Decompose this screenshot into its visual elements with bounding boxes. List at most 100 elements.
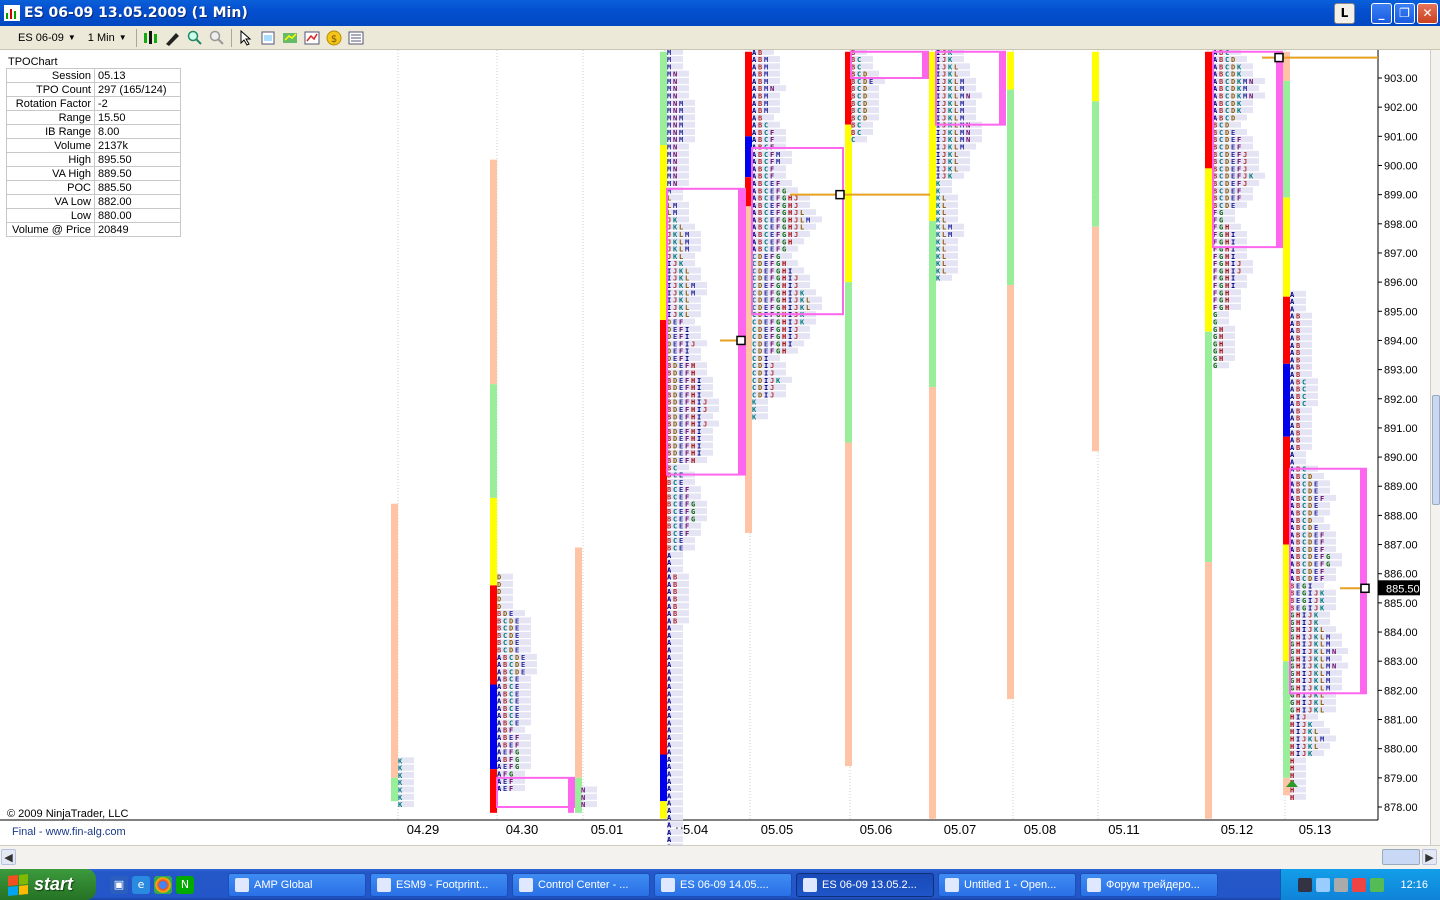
indicator-icon[interactable] <box>303 29 321 47</box>
price-axis-label: 880.00 <box>1384 744 1418 756</box>
tpo-letter: M <box>685 246 689 254</box>
zoom-in-icon[interactable] <box>186 29 204 47</box>
tpo-letter: J <box>1237 267 1241 275</box>
tpo-letter: J <box>703 421 707 429</box>
tpo-letter: F <box>1320 575 1324 583</box>
tpo-letter: G <box>1219 304 1223 312</box>
show-desktop-icon[interactable]: ▣ <box>110 875 128 894</box>
tpo-period-bar <box>1205 562 1212 819</box>
strategy-icon[interactable] <box>281 29 299 47</box>
tpo-period-bar <box>490 159 497 385</box>
antivirus-icon[interactable] <box>1352 877 1367 892</box>
tpo-letter: D <box>863 114 867 122</box>
tpo-period-bar <box>1283 296 1290 364</box>
info-panel-title: TPOChart <box>8 56 58 68</box>
taskbar-window-button[interactable]: Control Center - ... <box>512 872 650 897</box>
stats-value: 895.50 <box>94 152 181 167</box>
stats-row: POC 885.50 <box>6 180 181 195</box>
drawing-tools-icon[interactable] <box>164 29 182 47</box>
bar-type-icon[interactable] <box>142 29 160 47</box>
data-box-icon[interactable] <box>347 29 365 47</box>
horizontal-scroll-thumb[interactable] <box>1382 849 1420 865</box>
tpo-letter: M <box>806 216 810 224</box>
cursor-icon[interactable] <box>237 29 255 47</box>
close-button[interactable]: ✕ <box>1417 2 1438 24</box>
tpo-period-bar <box>660 145 667 186</box>
poc-marker <box>1360 583 1370 594</box>
horizontal-scrollbar[interactable]: ◀ ▶ <box>0 845 1440 869</box>
vertical-scrollbar[interactable] <box>1430 50 1440 845</box>
tpo-letter: N <box>673 180 677 188</box>
tpo-letter: B <box>1296 444 1300 452</box>
ninjatrader-quicklaunch-icon[interactable]: N <box>176 875 194 894</box>
tpo-chart-canvas[interactable]: 903.00 902.00 901.00 900.00 899.00 898.00 897.… <box>0 50 1440 845</box>
tpo-period-bar <box>1283 436 1290 545</box>
tpo-volume-shade <box>752 296 822 303</box>
tpo-letter: N <box>1249 78 1253 86</box>
currency-icon[interactable]: $ <box>325 29 343 47</box>
volume-icon[interactable] <box>1316 877 1331 892</box>
stats-key: Session <box>6 68 95 83</box>
tpo-period-bar <box>1283 544 1290 662</box>
tpo-letter: I <box>1231 282 1235 290</box>
link-button[interactable]: L <box>1334 2 1355 24</box>
minimize-button[interactable]: _ <box>1371 2 1392 24</box>
stats-row: High 895.50 <box>6 152 181 167</box>
stats-key: IB Range <box>6 124 95 139</box>
interval-dropdown[interactable]: 1 Min ▼ <box>82 28 133 48</box>
update-icon[interactable] <box>1370 877 1385 892</box>
tpo-period-bar <box>1007 89 1014 286</box>
tpo-letter: F <box>770 348 774 356</box>
tpo-letter: N <box>966 92 970 100</box>
price-axis-label: 884.00 <box>1384 627 1418 639</box>
tpo-letter: L <box>800 224 804 232</box>
zoom-out-icon[interactable] <box>208 29 226 47</box>
session-date-label: 05.12 <box>1221 822 1254 837</box>
tpo-period-bar <box>845 282 852 443</box>
session-date-label: 05.11 <box>1108 822 1140 837</box>
tpo-period-bar <box>929 51 936 113</box>
price-axis-label: 879.00 <box>1384 773 1418 785</box>
tpo-period-bar <box>745 51 752 137</box>
tpo-letter: G <box>1213 362 1217 370</box>
taskbar-window-label: Control Center - ... <box>538 878 629 891</box>
tpo-letter: C <box>857 129 861 137</box>
taskbar-window-button[interactable]: ES 06-09 14.05.... <box>654 872 792 897</box>
tpo-period-bar <box>1092 226 1099 452</box>
chrome-icon[interactable] <box>154 875 172 894</box>
tpo-period-bar <box>1007 51 1014 90</box>
taskbar-window-button[interactable]: ES 06-09 13.05.2... <box>796 872 934 897</box>
scroll-left-icon[interactable]: ◀ <box>1 849 16 865</box>
tpo-letter: N <box>966 136 970 144</box>
internet-explorer-icon[interactable]: e <box>132 875 150 894</box>
taskbar-window-button[interactable]: Untitled 1 - Open... <box>938 872 1076 897</box>
tpo-chart-panel[interactable]: 903.00 902.00 901.00 900.00 899.00 898.00 897.… <box>0 50 1440 845</box>
start-button[interactable]: start <box>0 869 96 900</box>
price-axis-label: 886.00 <box>1384 569 1418 581</box>
taskbar-window-label: ES 06-09 13.05.2... <box>822 878 917 891</box>
tpo-letter: H <box>788 238 792 246</box>
instrument-dropdown[interactable]: ES 06-09 ▼ <box>12 28 82 48</box>
stats-value: 2137k <box>94 138 181 153</box>
security-icon[interactable] <box>1334 877 1349 892</box>
tpo-volume-shade <box>752 303 822 310</box>
taskbar-window-button[interactable]: ESM9 - Footprint... <box>370 872 508 897</box>
window-title-bar: ES 06-09 13.05.2009 (1 Min) L _ ❐ ✕ <box>0 0 1440 26</box>
scroll-right-icon[interactable]: ▶ <box>1422 849 1437 865</box>
tpo-letter: L <box>1320 706 1324 714</box>
network-icon[interactable] <box>1298 877 1313 892</box>
maximize-button[interactable]: ❐ <box>1394 2 1415 24</box>
stats-key: VA Low <box>6 194 95 209</box>
vertical-scroll-thumb[interactable] <box>1432 395 1440 505</box>
tpo-letter: L <box>954 165 958 173</box>
taskbar-window-button[interactable]: Форум трейдеро... <box>1080 872 1218 897</box>
taskbar-window-label: Форум трейдеро... <box>1106 878 1200 891</box>
tpo-letter: N <box>770 85 774 93</box>
poc-marker <box>736 335 746 346</box>
tpo-letter: L <box>685 311 689 319</box>
tpo-period-bar <box>575 547 582 778</box>
properties-icon[interactable] <box>259 29 277 47</box>
taskbar-window-button[interactable]: AMP Global <box>228 872 366 897</box>
tpo-letter: H <box>782 348 786 356</box>
tpo-period-bar <box>1205 51 1212 169</box>
